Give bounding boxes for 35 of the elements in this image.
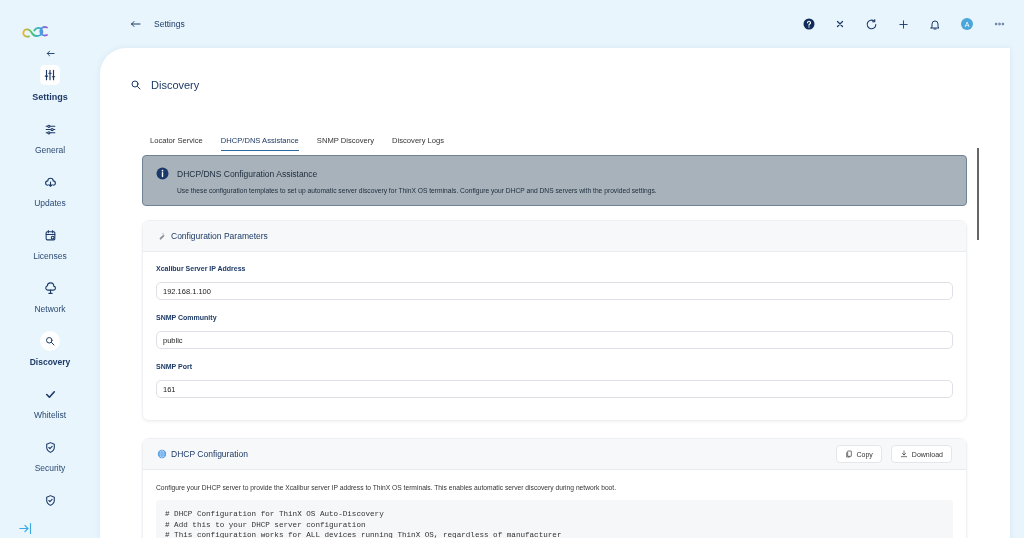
refresh-icon[interactable] bbox=[865, 17, 878, 31]
bell-icon[interactable] bbox=[929, 17, 941, 31]
copy-icon bbox=[844, 450, 853, 458]
sidebar-item[interactable]: Licenses bbox=[0, 223, 100, 276]
close-icon[interactable] bbox=[835, 19, 845, 29]
more-icon[interactable] bbox=[993, 19, 1006, 29]
search-icon bbox=[44, 335, 56, 347]
page-title: Discovery bbox=[151, 79, 200, 91]
banner-title: DHCP/DNS Configuration Assistance bbox=[177, 168, 319, 179]
sidebar-item[interactable]: Updates bbox=[0, 170, 100, 223]
sliders-icon bbox=[43, 68, 57, 82]
card-title: Configuration Parameters bbox=[171, 231, 268, 241]
sidebar-item[interactable]: Network bbox=[0, 276, 100, 329]
calendar-icon bbox=[43, 228, 57, 242]
help-icon[interactable] bbox=[803, 18, 815, 30]
page-breadcrumb: Settings bbox=[154, 19, 185, 29]
scrollbar-thumb[interactable] bbox=[977, 148, 979, 240]
tree-cloud-icon bbox=[43, 281, 57, 295]
back-arrow-icon[interactable] bbox=[128, 18, 143, 30]
sliders-icon bbox=[43, 122, 57, 136]
back-arrow-icon[interactable] bbox=[44, 48, 56, 59]
info-icon bbox=[156, 167, 169, 181]
shield-check-icon bbox=[43, 493, 57, 507]
sidebar-heading[interactable]: Settings bbox=[32, 92, 68, 102]
card-title: DHCP Configuration bbox=[171, 449, 248, 459]
plus-icon[interactable] bbox=[898, 18, 909, 30]
sidebar-item[interactable]: Discovery bbox=[0, 329, 100, 382]
download-icon bbox=[899, 450, 908, 458]
search-icon bbox=[130, 79, 142, 91]
sidebar-item[interactable]: General bbox=[0, 117, 100, 170]
cloud-download-icon bbox=[43, 175, 57, 189]
sidebar-item[interactable]: Security bbox=[0, 435, 100, 488]
globe-icon bbox=[157, 449, 167, 459]
shield-check-icon bbox=[43, 440, 57, 454]
sidebar-item[interactable]: Whitelist bbox=[0, 382, 100, 435]
